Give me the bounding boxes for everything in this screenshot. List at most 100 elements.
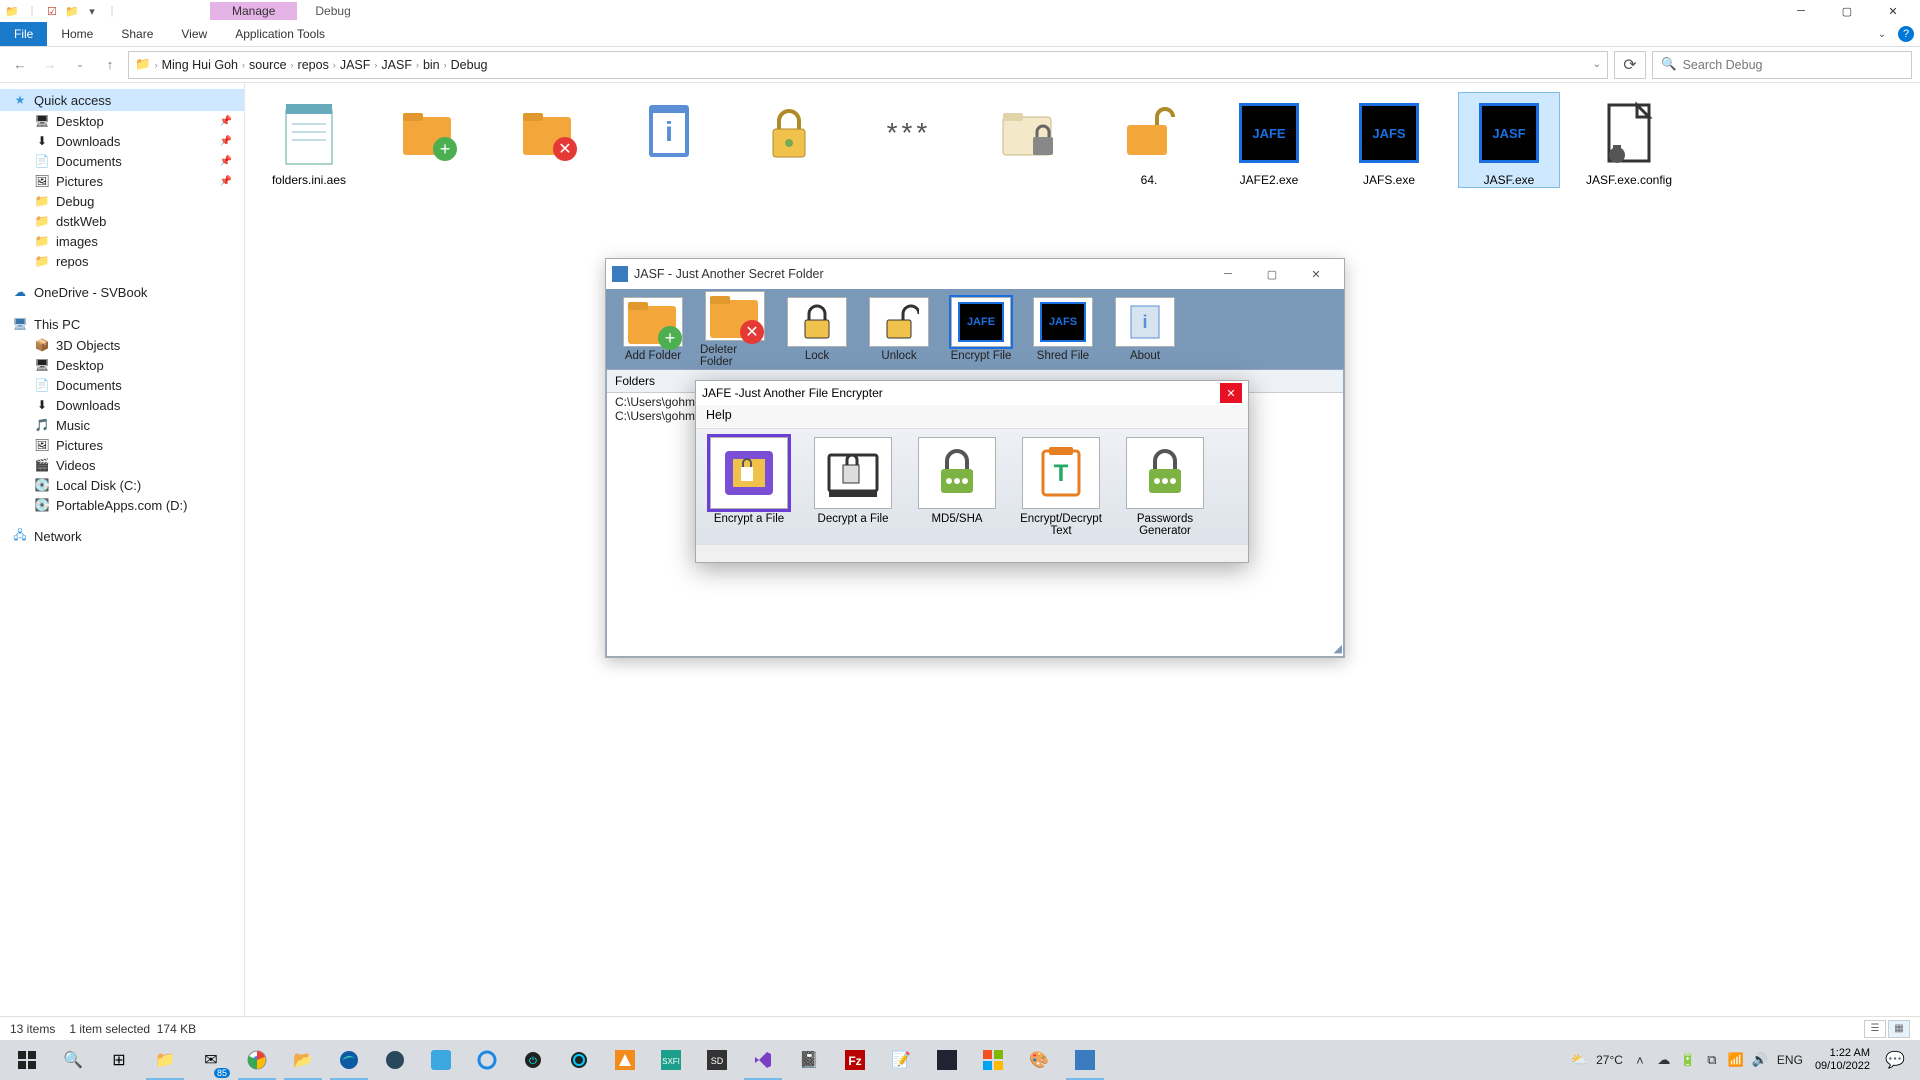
- breadcrumb[interactable]: Ming Hui Goh›: [162, 58, 245, 72]
- sidebar-item[interactable]: 🖼Pictures📌: [0, 171, 244, 191]
- sidebar-item[interactable]: 💽PortableApps.com (D:): [0, 495, 244, 515]
- nav-up-button[interactable]: ↑: [98, 53, 122, 77]
- taskbar-steam-icon[interactable]: [372, 1040, 418, 1080]
- jafe-tool-button[interactable]: TEncrypt/Decrypt Text: [1016, 437, 1106, 537]
- folder-icon[interactable]: 📁: [64, 3, 80, 19]
- jasf-tool-button[interactable]: JAFEEncrypt File: [946, 297, 1016, 362]
- address-dropdown-icon[interactable]: ⌄: [1593, 59, 1601, 70]
- jafe-menu-help[interactable]: Help: [706, 408, 732, 422]
- tray-overflow-icon[interactable]: ˄: [1629, 1040, 1651, 1080]
- file-item[interactable]: 64.: [1099, 93, 1199, 187]
- file-item[interactable]: +: [379, 93, 479, 187]
- jasf-maximize-button[interactable]: ▢: [1250, 260, 1294, 288]
- notification-center-icon[interactable]: 💬: [1878, 1040, 1912, 1080]
- ribbon-expand-icon[interactable]: ⌄: [1872, 29, 1892, 40]
- taskbar-paint-icon[interactable]: 🎨: [1016, 1040, 1062, 1080]
- taskbar-notepadpp-icon[interactable]: 📝: [878, 1040, 924, 1080]
- sidebar-item[interactable]: 🖼Pictures: [0, 435, 244, 455]
- jafe-tool-button[interactable]: MD5/SHA: [912, 437, 1002, 525]
- taskbar-app-icon[interactable]: SXFI: [648, 1040, 694, 1080]
- file-item[interactable]: [739, 93, 839, 187]
- taskbar-visualstudio-icon[interactable]: [740, 1040, 786, 1080]
- tray-bluetooth-icon[interactable]: ⧉: [1701, 1040, 1723, 1080]
- sidebar-item[interactable]: 🎵Music: [0, 415, 244, 435]
- file-item[interactable]: JAFEJAFE2.exe: [1219, 93, 1319, 187]
- sidebar-onedrive[interactable]: ☁ OneDrive - SVBook: [0, 281, 244, 303]
- file-item[interactable]: ***: [859, 93, 959, 187]
- refresh-button[interactable]: ⟳: [1614, 51, 1646, 79]
- sidebar-network[interactable]: 🖧 Network: [0, 525, 244, 547]
- jasf-close-button[interactable]: ✕: [1294, 260, 1338, 288]
- resize-grip-icon[interactable]: ◢: [1334, 642, 1342, 655]
- context-tab-manage[interactable]: Manage: [210, 2, 297, 20]
- ribbon-tab-file[interactable]: File: [0, 22, 47, 46]
- search-input[interactable]: 🔍 Search Debug: [1652, 51, 1912, 79]
- file-item[interactable]: JASFJASF.exe: [1459, 93, 1559, 187]
- taskbar-app-icon[interactable]: [602, 1040, 648, 1080]
- nav-forward-button[interactable]: →: [38, 53, 62, 77]
- close-button[interactable]: ✕: [1870, 0, 1916, 22]
- help-icon[interactable]: ?: [1898, 26, 1914, 42]
- breadcrumb[interactable]: JASF›: [340, 58, 378, 72]
- taskbar-app-icon[interactable]: [924, 1040, 970, 1080]
- breadcrumb[interactable]: Debug: [451, 58, 488, 72]
- jasf-titlebar[interactable]: JASF - Just Another Secret Folder ─ ▢ ✕: [606, 259, 1344, 289]
- start-button[interactable]: [4, 1040, 50, 1080]
- taskbar-explorer-icon[interactable]: 📁: [142, 1040, 188, 1080]
- task-view-button[interactable]: ⊞: [96, 1040, 142, 1080]
- jafe-tool-button[interactable]: Decrypt a File: [808, 437, 898, 525]
- file-view[interactable]: folders.ini.aes+✕i***64.JAFEJAFE2.exeJAF…: [245, 83, 1920, 1016]
- checkmark-icon[interactable]: ☑: [44, 3, 60, 19]
- tray-onedrive-icon[interactable]: ☁: [1653, 1040, 1675, 1080]
- taskbar-explorer2-icon[interactable]: 📂: [280, 1040, 326, 1080]
- breadcrumb[interactable]: source›: [249, 58, 294, 72]
- sidebar-item[interactable]: 📄Documents📌: [0, 151, 244, 171]
- sidebar-item[interactable]: 📦3D Objects: [0, 335, 244, 355]
- taskbar-app-icon[interactable]: ⏻: [510, 1040, 556, 1080]
- sidebar-item[interactable]: 🎬Videos: [0, 455, 244, 475]
- sidebar-item[interactable]: 💽Local Disk (C:): [0, 475, 244, 495]
- jafe-close-button[interactable]: ✕: [1220, 383, 1242, 403]
- breadcrumb[interactable]: bin›: [423, 58, 447, 72]
- tray-language[interactable]: ENG: [1773, 1053, 1807, 1067]
- jasf-minimize-button[interactable]: ─: [1206, 260, 1250, 288]
- taskbar-filezilla-icon[interactable]: Fz: [832, 1040, 878, 1080]
- file-item[interactable]: JAFSJAFS.exe: [1339, 93, 1439, 187]
- taskbar-app-icon[interactable]: 📓: [786, 1040, 832, 1080]
- weather-temp[interactable]: 27°C: [1592, 1053, 1627, 1067]
- jafe-titlebar[interactable]: JAFE -Just Another File Encrypter ✕: [696, 381, 1248, 405]
- address-bar[interactable]: 📁 › Ming Hui Goh› source› repos› JASF› J…: [128, 51, 1608, 79]
- sidebar-item[interactable]: 🖥Desktop: [0, 355, 244, 375]
- taskbar-chrome-icon[interactable]: [234, 1040, 280, 1080]
- file-item[interactable]: i: [619, 93, 719, 187]
- jafe-tool-button[interactable]: Encrypt a File: [704, 437, 794, 525]
- nav-recent-dropdown[interactable]: ⌄: [68, 53, 92, 77]
- sidebar-item[interactable]: 📁images: [0, 231, 244, 251]
- taskbar-ie-icon[interactable]: [464, 1040, 510, 1080]
- file-item[interactable]: [979, 93, 1079, 187]
- ribbon-tab-home[interactable]: Home: [47, 22, 107, 46]
- taskbar-app-icon[interactable]: [556, 1040, 602, 1080]
- weather-icon[interactable]: ⛅: [1568, 1040, 1590, 1080]
- jasf-tool-button[interactable]: Unlock: [864, 297, 934, 362]
- file-item[interactable]: ✕: [499, 93, 599, 187]
- sidebar-this-pc[interactable]: 🖥 This PC: [0, 313, 244, 335]
- tray-battery-icon[interactable]: 🔋: [1677, 1040, 1699, 1080]
- taskbar-app-icon[interactable]: [970, 1040, 1016, 1080]
- view-icons-button[interactable]: ▦: [1888, 1020, 1910, 1038]
- taskbar-app-icon[interactable]: SD: [694, 1040, 740, 1080]
- ribbon-tab-view[interactable]: View: [167, 22, 221, 46]
- ribbon-tab-application-tools[interactable]: Application Tools: [221, 22, 339, 46]
- sidebar-item[interactable]: 📁repos: [0, 251, 244, 271]
- file-item[interactable]: JASF.exe.config: [1579, 93, 1679, 187]
- jafe-tool-button[interactable]: Passwords Generator: [1120, 437, 1210, 537]
- qat-dropdown-icon[interactable]: ▾: [84, 3, 100, 19]
- nav-back-button[interactable]: ←: [8, 53, 32, 77]
- jasf-tool-button[interactable]: Lock: [782, 297, 852, 362]
- view-details-button[interactable]: ☰: [1864, 1020, 1886, 1038]
- sidebar-item[interactable]: 📁Debug: [0, 191, 244, 211]
- breadcrumb[interactable]: JASF›: [381, 58, 419, 72]
- search-button[interactable]: 🔍: [50, 1040, 96, 1080]
- jasf-tool-button[interactable]: ✕Deleter Folder: [700, 291, 770, 368]
- taskbar-jasf-icon[interactable]: [1062, 1040, 1108, 1080]
